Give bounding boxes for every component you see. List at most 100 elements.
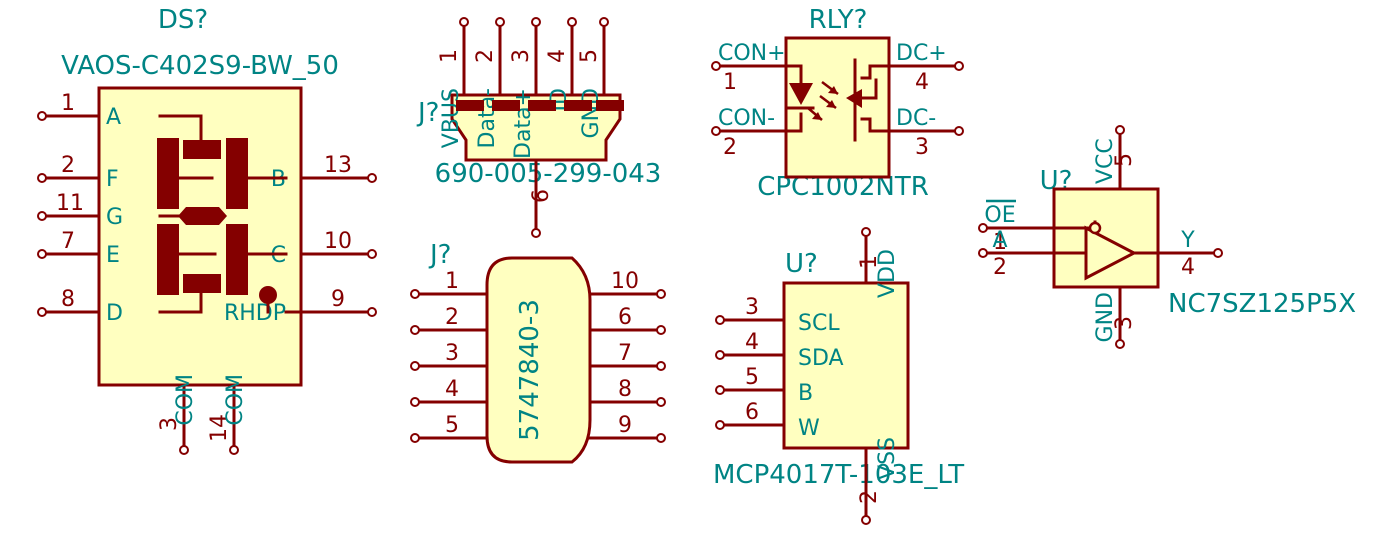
ds-pin-3-terminal[interactable]: [179, 445, 189, 455]
dsub-pin-6-terminal[interactable]: [656, 325, 666, 335]
component-tristate-buffer[interactable]: U? NC7SZ125P5X OE 1 A 2 Y 4 5 VCC 3 GND: [978, 125, 1356, 349]
component-seven-segment-display[interactable]: DS? VAOS-C402S9-BW_50 1 A 2 F 11 G 7 E 8…: [37, 5, 377, 455]
ds-pin-11-number: 11: [56, 191, 84, 216]
ds-pin-1-label: A: [106, 105, 121, 130]
buf-pin-2-number: 2: [993, 255, 1007, 280]
dsub-pin-10-terminal[interactable]: [656, 289, 666, 299]
dsub-pin-7-number: 7: [618, 341, 632, 366]
component-solid-state-relay[interactable]: RLY? CPC1002NTR CON+ 1 CON- 2 DC+ 4 DC- …: [711, 5, 964, 202]
usb-pin-3-terminal[interactable]: [531, 17, 541, 27]
usb-pin-2-label: Data-: [475, 88, 500, 148]
pot-pin-5-number: 5: [745, 365, 759, 390]
ds-segment-g: [178, 207, 227, 225]
schematic-canvas: DS? VAOS-C402S9-BW_50 1 A 2 F 11 G 7 E 8…: [0, 0, 1384, 540]
ds-pin-7-terminal[interactable]: [37, 249, 47, 259]
pot-pin-1-terminal[interactable]: [861, 227, 871, 237]
usb-pin-4-terminal[interactable]: [567, 17, 577, 27]
rly-pin-2-number: 2: [723, 135, 737, 160]
schematic-svg: DS? VAOS-C402S9-BW_50 1 A 2 F 11 G 7 E 8…: [37, 5, 1356, 525]
pot-reference: U?: [785, 249, 818, 279]
ds-pin-10-terminal[interactable]: [367, 249, 377, 259]
ds-pin-2-terminal[interactable]: [37, 173, 47, 183]
dsub-pin-3-number: 3: [445, 341, 459, 366]
ds-segment-b: [226, 138, 248, 209]
ds-pin-8-label: D: [106, 301, 123, 326]
usb-contact-4: [564, 100, 592, 111]
dsub-pin-5-terminal[interactable]: [410, 433, 420, 443]
usb-pin-1-terminal[interactable]: [459, 17, 469, 27]
component-dsub-connector[interactable]: J? 5747840-3 1 2 3 4 5 10 6 7 8 9: [410, 240, 666, 464]
pot-pin-2-number: 2: [857, 490, 882, 504]
ds-segment-c: [226, 224, 248, 295]
buf-pin-4-number: 4: [1181, 255, 1195, 280]
usb-pin-3-label: Data+: [511, 88, 536, 159]
usb-pin-1-number: 1: [437, 49, 462, 63]
component-usb-connector[interactable]: J? 690-005-299-043 1 VBUS 2 Data- 3 Data…: [416, 17, 661, 238]
buf-pin-5-label: VCC: [1093, 138, 1118, 184]
dsub-pin-3-terminal[interactable]: [410, 361, 420, 371]
ds-decimal-point: [259, 286, 277, 304]
ds-pin-14-label: COM: [223, 374, 248, 426]
ds-pin-11-terminal[interactable]: [37, 211, 47, 221]
pot-pin-5-terminal[interactable]: [715, 385, 725, 395]
ds-segment-a: [183, 140, 221, 159]
rly-reference: RLY?: [809, 5, 868, 35]
dsub-pin-2-terminal[interactable]: [410, 325, 420, 335]
ds-segment-f: [157, 138, 179, 209]
buf-pin-3-label: GND: [1093, 292, 1118, 342]
usb-contact-3: [528, 100, 556, 111]
dsub-pin-7-terminal[interactable]: [656, 361, 666, 371]
ds-pin-9-label: RHDP: [224, 301, 286, 326]
ds-pin-1-number: 1: [61, 91, 75, 116]
pot-pin-4-label: SDA: [798, 346, 844, 371]
buf-pin-1-label-group: OE: [984, 199, 1016, 228]
ds-pin-8-number: 8: [61, 287, 75, 312]
dsub-pin-8-terminal[interactable]: [656, 397, 666, 407]
usb-pin-2-terminal[interactable]: [495, 17, 505, 27]
buf-value: NC7SZ125P5X: [1168, 289, 1356, 319]
dsub-pin-5-number: 5: [445, 413, 459, 438]
buf-pin-4-terminal[interactable]: [1213, 248, 1223, 258]
pot-pin-2-terminal[interactable]: [861, 515, 871, 525]
dsub-pin-1-terminal[interactable]: [410, 289, 420, 299]
buf-enable-bubble: [1088, 221, 1102, 235]
usb-pin-1-label: VBUS: [439, 88, 464, 148]
ds-pin-1-terminal[interactable]: [37, 111, 47, 121]
ds-value: VAOS-C402S9-BW_50: [61, 51, 339, 81]
pot-pin-6-terminal[interactable]: [715, 420, 725, 430]
buf-pin-2-terminal[interactable]: [978, 248, 988, 258]
usb-reference: J?: [416, 98, 439, 128]
buf-pin-5-terminal[interactable]: [1115, 125, 1125, 135]
dsub-pin-10-number: 10: [611, 269, 639, 294]
dsub-reference: J?: [428, 240, 451, 270]
usb-contact-2: [492, 100, 520, 111]
ds-pin-9-terminal[interactable]: [367, 307, 377, 317]
dsub-pin-4-terminal[interactable]: [410, 397, 420, 407]
pot-value: MCP4017T-103E_LT: [713, 460, 964, 490]
rly-pin-2-label: CON-: [718, 106, 775, 131]
dsub-pin-9-terminal[interactable]: [656, 433, 666, 443]
buf-pin-1-label: OE: [984, 203, 1015, 228]
dsub-pin-2-number: 2: [445, 305, 459, 330]
pot-pin-3-label: SCL: [798, 311, 840, 336]
ds-pin-13-terminal[interactable]: [367, 173, 377, 183]
rly-pin-1-label: CON+: [718, 41, 786, 66]
ds-pin-8-terminal[interactable]: [37, 307, 47, 317]
rly-pin-3-terminal[interactable]: [954, 126, 964, 136]
rly-pin-4-label: DC+: [896, 41, 947, 66]
pot-pin-4-terminal[interactable]: [715, 350, 725, 360]
usb-pin-5-terminal[interactable]: [599, 17, 609, 27]
rly-pin-4-terminal[interactable]: [954, 61, 964, 71]
pot-pin-4-number: 4: [745, 330, 759, 355]
pot-pin-3-terminal[interactable]: [715, 315, 725, 325]
rly-pin-4-number: 4: [915, 70, 929, 95]
ds-pin-13-number: 13: [324, 153, 352, 178]
usb-pin-6-terminal[interactable]: [531, 228, 541, 238]
ds-pin-3-label: COM: [173, 374, 198, 426]
pot-pin-5-label: B: [798, 381, 813, 406]
component-digital-potentiometer[interactable]: U? MCP4017T-103E_LT 3 SCL 4 SDA 5 B 6 W …: [713, 227, 964, 525]
usb-pin-2-number: 2: [473, 49, 498, 63]
ds-pin-14-terminal[interactable]: [229, 445, 239, 455]
pot-pin-2-label: VSS: [875, 437, 900, 480]
ds-segment-e: [157, 224, 179, 295]
